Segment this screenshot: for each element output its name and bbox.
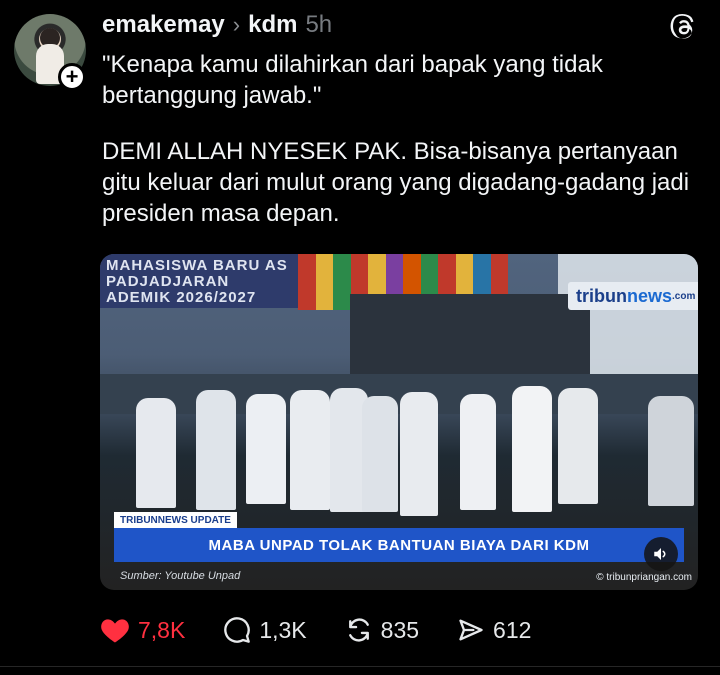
chevron-right-icon: › bbox=[232, 12, 241, 37]
like-button[interactable]: 7,8K bbox=[100, 616, 185, 644]
video-player[interactable]: MAHASISWA BARU AS PADJADJARAN ADEMIK 202… bbox=[100, 254, 698, 590]
student-figure bbox=[400, 392, 438, 516]
follow-plus-icon[interactable]: + bbox=[58, 63, 86, 91]
share-button[interactable]: 612 bbox=[457, 616, 531, 644]
student-figure bbox=[558, 388, 598, 504]
news-headline: MABA UNPAD TOLAK BANTUAN BIAYA DARI KDM bbox=[114, 528, 684, 562]
like-count: 7,8K bbox=[138, 616, 186, 643]
heart-icon bbox=[101, 619, 129, 643]
reply-button[interactable]: 1,3K bbox=[223, 616, 307, 644]
student-figure bbox=[136, 398, 176, 508]
paper-plane-icon bbox=[459, 619, 483, 641]
reply-count: 1,3K bbox=[259, 616, 307, 643]
speech-bubble-icon bbox=[224, 617, 251, 643]
threads-logo-icon[interactable] bbox=[668, 12, 700, 44]
logo-tribun: tribun bbox=[576, 285, 627, 306]
repost-icon bbox=[348, 618, 369, 642]
post-body-text: DEMI ALLAH NYESEK PAK. Bisa-bisanya pert… bbox=[102, 138, 690, 227]
repost-count: 835 bbox=[380, 616, 420, 643]
speaker-icon[interactable] bbox=[644, 537, 678, 571]
student-figure bbox=[246, 394, 286, 504]
post-quote-text: "Kenapa kamu dilahirkan dari bapak yang … bbox=[102, 51, 603, 109]
student-figure bbox=[290, 390, 330, 510]
logo-news: news bbox=[627, 285, 673, 306]
post-divider bbox=[0, 666, 720, 667]
stage-audience bbox=[350, 294, 590, 374]
speaker-icon-glyph bbox=[654, 548, 666, 560]
student-figure bbox=[460, 394, 496, 510]
student-figure bbox=[648, 396, 694, 506]
event-banner: MAHASISWA BARU AS PADJADJARAN ADEMIK 202… bbox=[100, 254, 300, 308]
username[interactable]: emakemay bbox=[102, 11, 225, 39]
share-count: 612 bbox=[493, 616, 532, 643]
logo-suffix: .com bbox=[672, 290, 696, 302]
post-timestamp: 5h bbox=[305, 11, 333, 38]
post-actions: 7,8K 1,3K 835 612 bbox=[100, 612, 569, 648]
repost-button[interactable]: 835 bbox=[345, 616, 419, 644]
update-label: TRIBUNNEWS UPDATE bbox=[114, 512, 237, 528]
student-figure bbox=[196, 390, 236, 510]
recipient-username[interactable]: kdm bbox=[248, 11, 297, 39]
video-credit: © tribunpriangan.com bbox=[596, 572, 692, 583]
post-header: emakemay › kdm 5h bbox=[102, 10, 332, 40]
speaker-figure bbox=[512, 386, 552, 512]
video-source: Sumber: Youtube Unpad bbox=[120, 570, 241, 582]
student-figure bbox=[362, 396, 398, 512]
tribunnews-logo: tribun news .com bbox=[568, 282, 698, 310]
